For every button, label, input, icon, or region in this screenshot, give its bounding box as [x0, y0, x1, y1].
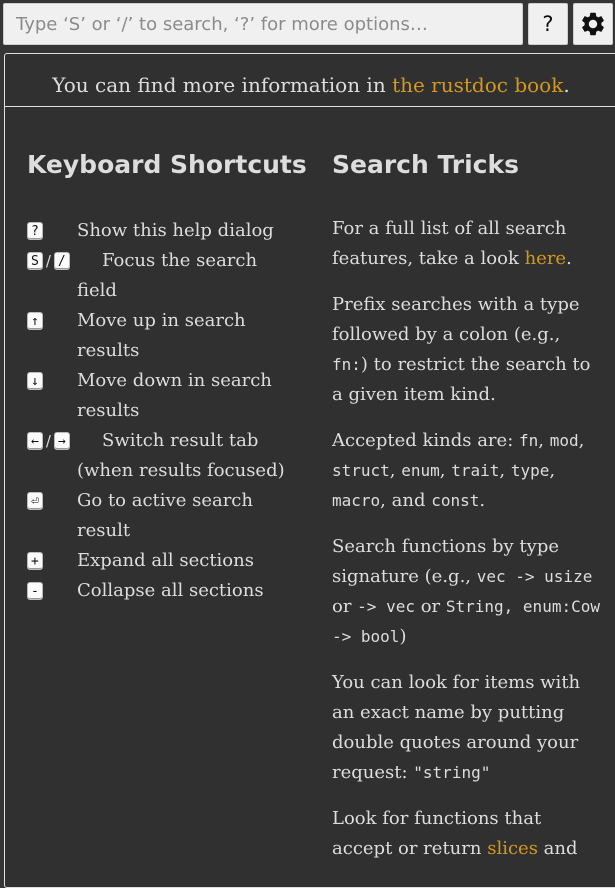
key-enter: ⏎ [27, 492, 43, 510]
trick-type-signature: Search functions by type signature (e.g.… [332, 536, 600, 647]
gear-icon [582, 12, 604, 36]
key-right: → [53, 432, 70, 450]
here-link[interactable]: here [525, 248, 567, 269]
key-left: ← [27, 432, 43, 450]
settings-button[interactable] [573, 3, 613, 45]
slices-link[interactable]: slices [487, 838, 538, 859]
trick-exact-name: You can look for items with an exact nam… [332, 672, 581, 783]
key-down: ↓ [27, 372, 43, 390]
info-banner: You can find more information in the rus… [5, 54, 615, 107]
help-dialog: You can find more information in the rus… [4, 53, 615, 888]
trick-prefix: Prefix searches with a type followed by … [332, 294, 591, 405]
key-help: ? [27, 222, 43, 240]
trick-slices: Look for functions that accept or return… [332, 808, 578, 859]
key-plus: + [27, 552, 43, 570]
search-tricks-heading: Search Tricks [332, 150, 520, 179]
key-up: ↑ [27, 312, 43, 330]
help-button[interactable]: ? [528, 3, 568, 45]
search-tricks: For a full list of all search features, … [332, 214, 600, 880]
rustdoc-book-link[interactable]: the rustdoc book [392, 73, 563, 97]
shortcuts-heading: Keyboard Shortcuts [27, 150, 307, 179]
trick-kinds: Accepted kinds are: fn, mod, struct, enu… [332, 430, 585, 511]
key-slash: / [53, 252, 70, 270]
search-input[interactable] [3, 3, 523, 45]
trick-full-list: For a full list of all search features, … [332, 218, 572, 269]
key-minus: - [27, 582, 43, 600]
top-bar: ? [0, 0, 615, 50]
key-s: S [27, 252, 43, 270]
